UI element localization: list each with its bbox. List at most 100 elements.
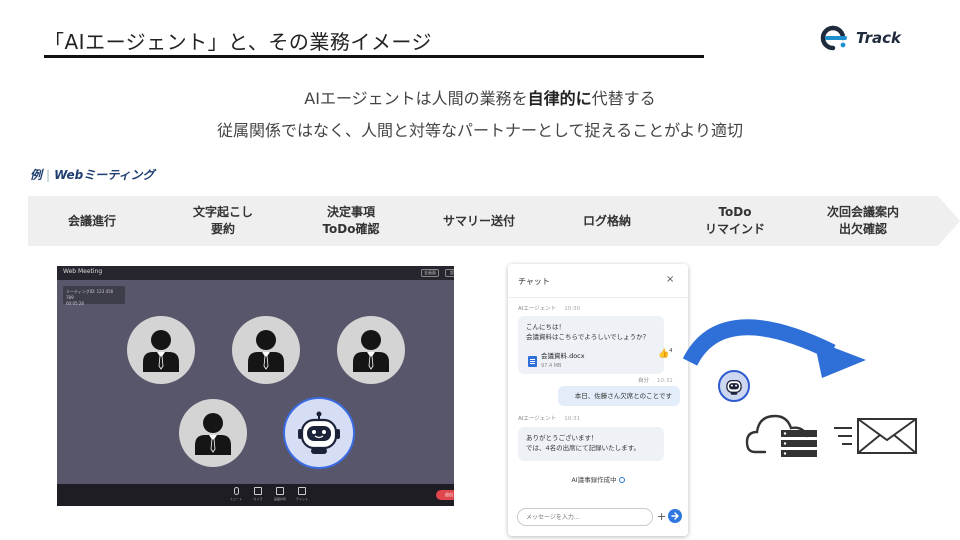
step-label-sub: ToDo確認 (322, 222, 380, 236)
message-text: ありがとうございます！ (526, 434, 598, 442)
message-sender: AIエージェント (518, 416, 557, 422)
message-meta: AIエージェント 10:31 (518, 414, 580, 422)
file-attachment[interactable]: 会議資料.docx 97.4 MB (528, 351, 585, 371)
process-step-3: 決定事項 ToDo確認 (262, 196, 412, 246)
attach-plus-icon[interactable]: + (657, 510, 666, 523)
subtitle-line-1-pre: AIエージェントは人間の業務を (304, 89, 528, 108)
message-text: 本日、佐藤さん欠席とのことです (574, 392, 672, 400)
message-meta: AIエージェント 10:30 (518, 304, 580, 312)
message-text: 会議資料はこちらでよろしいでしょうか？ (526, 333, 650, 341)
logo-text: Track (856, 29, 901, 47)
message-sender: AIエージェント (518, 306, 557, 312)
document-icon (528, 355, 537, 367)
message-time: 10:31 (564, 416, 581, 422)
meeting-control-bar: ミュート カメラ 画面共有 チャット 退出 (57, 484, 454, 506)
message-sender: 自分 (638, 378, 650, 384)
settings-button[interactable]: 設定 (445, 269, 454, 277)
step-label: ログ格納 (582, 213, 631, 228)
message-input[interactable] (517, 508, 653, 526)
participant-avatar[interactable] (127, 316, 195, 384)
chat-message: ありがとうございます！ では、4名の出席にて記録いたします。 (518, 427, 664, 461)
meeting-info-panel: ミーティングID: 123 456 789 00:05:28 (63, 286, 125, 306)
subtitle-line-1: AIエージェントは人間の業務を自律的に代替する (0, 85, 960, 109)
chat-title: チャット (518, 277, 550, 286)
process-step-2: 文字起こし 要約 (134, 196, 284, 246)
screen-share-icon (276, 487, 284, 495)
chat-control[interactable]: チャット (295, 487, 309, 501)
person-icon (143, 330, 179, 372)
flow-arrow-icon (682, 319, 866, 378)
brand-logo: Track (816, 24, 936, 52)
chat-message: こんにちは！ 会議資料はこちらでよろしいでしょうか？ 会議資料.docx 97.… (518, 316, 664, 374)
step-label-sub: リマインド (704, 222, 765, 236)
message-time: 10:31 (657, 378, 673, 384)
mute-control[interactable]: ミュート (229, 487, 243, 501)
step-label-sub: 要約 (210, 222, 235, 236)
meeting-id: ミーティングID: 123 456 789 (66, 289, 114, 300)
chat-panel: チャット × AIエージェント 10:30 こんにちは！ 会議資料はこちらでよろし… (508, 264, 688, 536)
message-time: 10:30 (564, 306, 581, 312)
participant-avatar[interactable] (232, 316, 300, 384)
file-size: 97.4 MB (541, 363, 562, 369)
process-step-7: 次回会議案内 出欠確認 (774, 196, 960, 246)
subtitle-line-1-post: 代替する (591, 89, 656, 108)
step-label: 次回会議案内 (826, 205, 899, 219)
close-icon[interactable]: × (666, 274, 674, 285)
fullscreen-button[interactable]: 全画面 (421, 269, 439, 277)
chat-message-own: 本日、佐藤さん欠席とのことです (558, 386, 680, 406)
ai-agent-badge (718, 370, 750, 402)
person-icon (248, 330, 284, 372)
person-icon (195, 413, 231, 455)
control-label: チャット (296, 497, 308, 501)
send-button[interactable] (668, 509, 682, 523)
camera-icon (254, 487, 262, 495)
meeting-title: Web Meeting (63, 268, 103, 275)
leave-button[interactable]: 退出 (436, 490, 454, 500)
person-icon (353, 330, 389, 372)
message-text: こんにちは！ (526, 323, 565, 331)
agent-status: AI議事録作成中 (508, 474, 688, 484)
step-label: サマリー送付 (442, 213, 515, 228)
chat-icon (298, 487, 306, 495)
meeting-elapsed: 00:05:28 (66, 301, 84, 306)
chat-header: チャット × (508, 264, 688, 298)
meeting-titlebar: Web Meeting 全画面 設定 (57, 266, 454, 280)
mail-icon (834, 418, 917, 454)
loading-spinner-icon (618, 477, 625, 483)
subtitle-line-2: 従属関係ではなく、人間と対等なパートナーとして捉えることがより適切 (217, 121, 743, 140)
step-label: 会議進行 (67, 213, 116, 228)
microphone-icon (233, 487, 239, 495)
web-meeting-window: Web Meeting 全画面 設定 ミーティングID: 123 456 789… (57, 266, 454, 506)
step-label: 決定事項 (326, 205, 375, 219)
screen-share-control[interactable]: 画面共有 (273, 487, 287, 501)
robot-icon (726, 379, 742, 395)
participant-avatar[interactable] (337, 316, 405, 384)
example-prefix: 例 (30, 168, 43, 182)
agent-status-text: AI議事録作成中 (571, 476, 617, 484)
example-name: Webミーティング (54, 168, 155, 182)
process-step-1: 会議進行 (28, 196, 156, 246)
reaction-count: 4 (669, 348, 673, 354)
subtitle-emphasis: 自律的に (527, 89, 592, 108)
thumbs-up-icon: 👍 (658, 349, 670, 359)
example-label: 例 | Webミーティング (30, 166, 155, 183)
control-label: 画面共有 (273, 497, 286, 501)
process-step-4: サマリー送付 (390, 196, 540, 246)
camera-control[interactable]: カメラ (251, 487, 265, 501)
robot-icon (298, 411, 340, 454)
message-text: では、4名の出席にて記録いたします。 (526, 444, 640, 452)
arrow-right-icon (671, 512, 679, 520)
ai-agent-avatar[interactable] (283, 397, 355, 469)
step-label: 文字起こし (192, 205, 253, 219)
participant-avatar[interactable] (179, 399, 247, 467)
message-meta: 自分 10:31 (638, 376, 673, 384)
control-label: ミュート (229, 497, 242, 501)
file-name: 会議資料.docx (541, 352, 585, 360)
process-step-6: ToDo リマインド (646, 196, 796, 246)
reaction-badge[interactable]: 👍4 (658, 348, 672, 359)
title-underline (44, 55, 704, 58)
step-label-sub: 出欠確認 (838, 222, 887, 236)
cloud-server-icon (745, 414, 817, 457)
page-title: 「AIエージェント」と、その業務イメージ (44, 30, 432, 54)
control-label: カメラ (253, 497, 263, 501)
